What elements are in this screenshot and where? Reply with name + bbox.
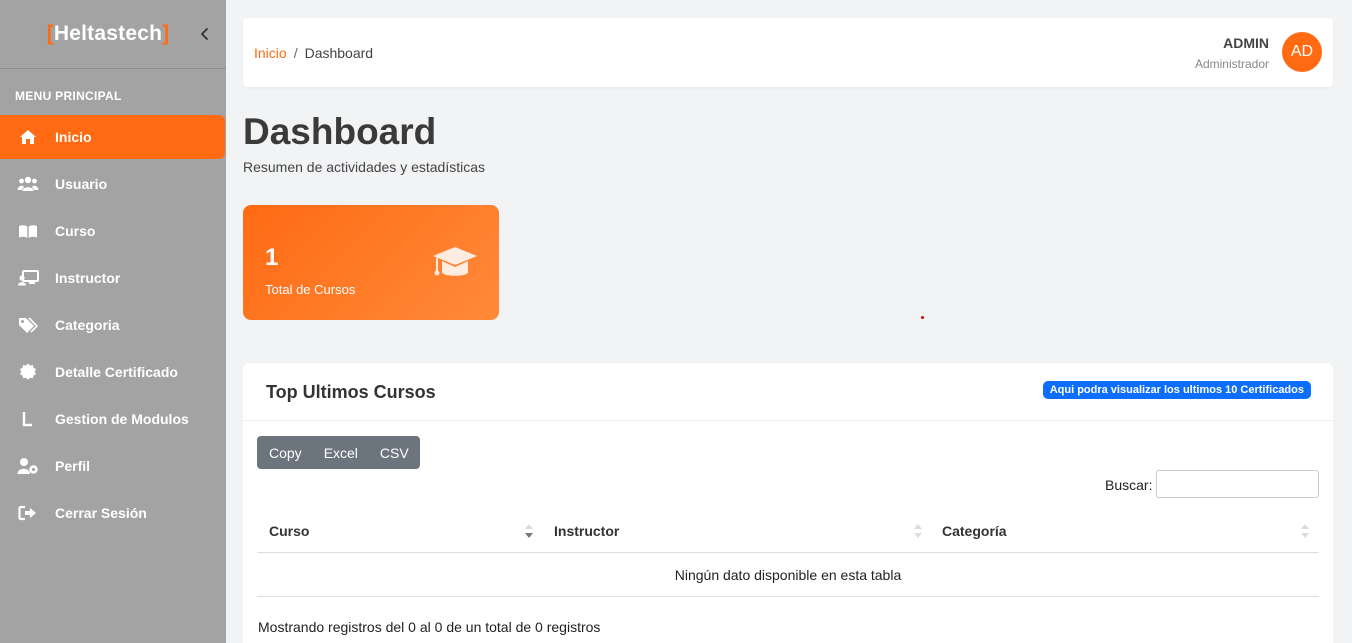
breadcrumb-home-link[interactable]: Inicio [254, 45, 287, 61]
user-name: ADMIN [1223, 35, 1269, 51]
breadcrumb-current: Dashboard [304, 45, 374, 61]
csv-button[interactable]: CSV [369, 436, 420, 469]
info-badge: Aqui podra visualizar los ultimos 10 Cer… [1042, 381, 1311, 399]
home-icon [17, 128, 39, 146]
table-info: Mostrando registros del 0 al 0 de un tot… [258, 619, 601, 635]
l-letter-icon [17, 410, 39, 428]
brand: [Heltastech] [0, 0, 226, 69]
column-label: Curso [269, 523, 310, 539]
sidebar-item-inicio[interactable]: Inicio [0, 115, 225, 159]
search-label: Buscar: [1105, 477, 1153, 493]
copy-button[interactable]: Copy [257, 436, 313, 469]
sidebar-collapse-icon[interactable] [198, 24, 212, 44]
stat-label: Total de Cursos [265, 282, 356, 297]
user-cog-icon [17, 457, 39, 475]
stray-dot [921, 316, 924, 319]
stat-value: 1 [265, 244, 279, 271]
user-role: Administrador [1194, 57, 1269, 71]
page-subtitle: Resumen de actividades y estadísticas [243, 159, 486, 175]
sign-out-icon [17, 504, 39, 522]
sidebar-item-categoria[interactable]: Categoria [0, 303, 225, 347]
sidebar-item-label: Instructor [55, 270, 121, 286]
sidebar-item-curso[interactable]: Curso [0, 209, 225, 253]
sidebar-item-label: Cerrar Sesión [55, 505, 147, 521]
certificate-icon [17, 363, 39, 381]
brand-logo[interactable]: [Heltastech] [47, 22, 170, 46]
column-header-curso[interactable]: Curso [269, 509, 545, 553]
sort-icon [1300, 522, 1310, 540]
book-icon [17, 222, 39, 240]
menu-header: MENU PRINCIPAL [15, 89, 122, 103]
breadcrumb-separator: / [293, 45, 298, 61]
sidebar: [Heltastech] MENU PRINCIPAL Inicio Usuar… [0, 0, 226, 643]
sidebar-item-perfil[interactable]: Perfil [0, 444, 225, 488]
sidebar-item-label: Curso [55, 223, 96, 239]
sidebar-item-label: Gestion de Modulos [55, 411, 189, 427]
sidebar-item-cerrar-sesion[interactable]: Cerrar Sesión [0, 491, 225, 535]
export-button-group: Copy Excel CSV [257, 436, 420, 469]
card-header: Top Ultimos Cursos Aqui podra visualizar… [243, 363, 1333, 421]
stat-card-total-cursos: 1 Total de Cursos [243, 205, 499, 320]
chalkboard-teacher-icon [17, 269, 39, 287]
sidebar-item-label: Usuario [55, 176, 108, 192]
column-header-instructor[interactable]: Instructor [554, 509, 924, 553]
avatar[interactable]: AD [1282, 32, 1322, 72]
tags-icon [17, 316, 39, 334]
topbar: Inicio / Dashboard ADMIN Administrador AD [243, 18, 1333, 87]
table-empty-row: Ningún dato disponible en esta tabla [257, 553, 1319, 597]
sidebar-item-label: Detalle Certificado [55, 364, 178, 380]
sidebar-item-label: Perfil [55, 458, 91, 474]
sidebar-item-label: Categoria [55, 317, 120, 333]
user-info[interactable]: ADMIN Administrador [1195, 35, 1269, 71]
column-label: Instructor [554, 523, 620, 539]
excel-button[interactable]: Excel [313, 436, 369, 469]
sidebar-item-gestion-de-modulos[interactable]: Gestion de Modulos [0, 397, 225, 441]
graduation-cap-icon [431, 245, 479, 288]
search-input[interactable] [1156, 470, 1319, 498]
sidebar-item-usuario[interactable]: Usuario [0, 162, 225, 206]
table-header-row: Curso Instructor Categoría [257, 509, 1319, 553]
sidebar-item-label: Inicio [55, 129, 92, 145]
users-icon [17, 175, 39, 193]
sidebar-item-detalle-certificado[interactable]: Detalle Certificado [0, 350, 225, 394]
sort-desc-icon [524, 522, 534, 540]
breadcrumb: Inicio / Dashboard [254, 45, 373, 61]
sidebar-item-instructor[interactable]: Instructor [0, 256, 225, 300]
page-title: Dashboard [243, 111, 437, 152]
column-label: Categoría [942, 523, 1007, 539]
latest-courses-card: Top Ultimos Cursos Aqui podra visualizar… [243, 363, 1333, 643]
sort-icon [913, 522, 923, 540]
card-title: Top Ultimos Cursos [266, 382, 436, 402]
column-header-categoria[interactable]: Categoría [942, 509, 1312, 553]
